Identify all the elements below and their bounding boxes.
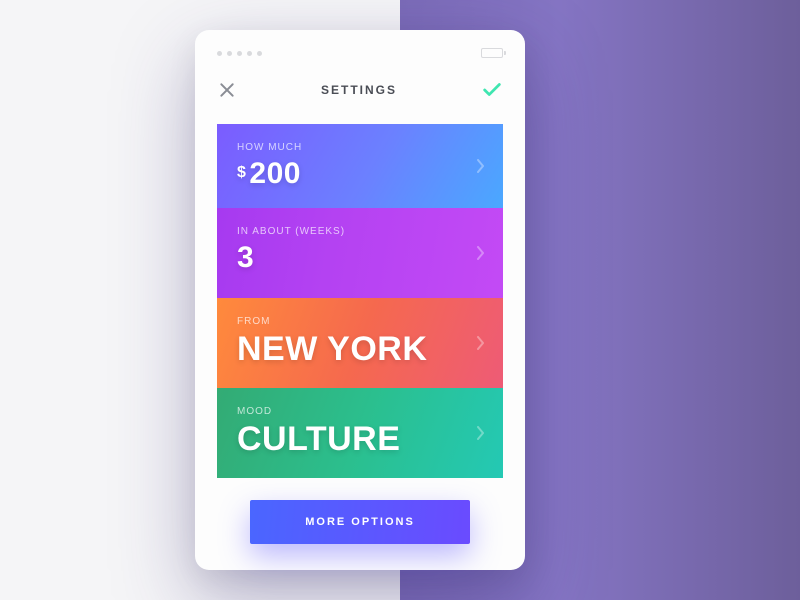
currency-symbol: $ (237, 164, 246, 181)
status-bar (217, 46, 503, 60)
settings-panel: SETTINGS HOW MUCH $200 IN ABOUT (WEEKS) … (195, 30, 525, 570)
amount-value: 200 (249, 157, 301, 190)
card-how-much[interactable]: HOW MUCH $200 (217, 124, 503, 208)
header: SETTINGS (217, 70, 503, 110)
status-dots (217, 51, 262, 56)
card-value: $200 (237, 157, 483, 190)
more-options-button[interactable]: MORE OPTIONS (250, 500, 470, 544)
card-value: CULTURE (237, 421, 483, 458)
settings-cards: HOW MUCH $200 IN ABOUT (WEEKS) 3 FROM NE… (217, 124, 503, 478)
chevron-right-icon (477, 159, 485, 173)
card-label: FROM (237, 316, 483, 327)
chevron-right-icon (477, 246, 485, 260)
card-value: 3 (237, 241, 483, 274)
card-in-about[interactable]: IN ABOUT (WEEKS) 3 (217, 208, 503, 298)
card-label: MOOD (237, 406, 483, 417)
confirm-icon[interactable] (481, 79, 503, 101)
chevron-right-icon (477, 426, 485, 440)
card-from[interactable]: FROM NEW YORK (217, 298, 503, 388)
card-mood[interactable]: MOOD CULTURE (217, 388, 503, 478)
battery-icon (481, 48, 503, 58)
card-value: NEW YORK (237, 331, 483, 368)
page-title: SETTINGS (321, 83, 397, 97)
close-icon[interactable] (217, 80, 237, 100)
card-label: IN ABOUT (WEEKS) (237, 226, 483, 237)
chevron-right-icon (477, 336, 485, 350)
card-label: HOW MUCH (237, 142, 483, 153)
